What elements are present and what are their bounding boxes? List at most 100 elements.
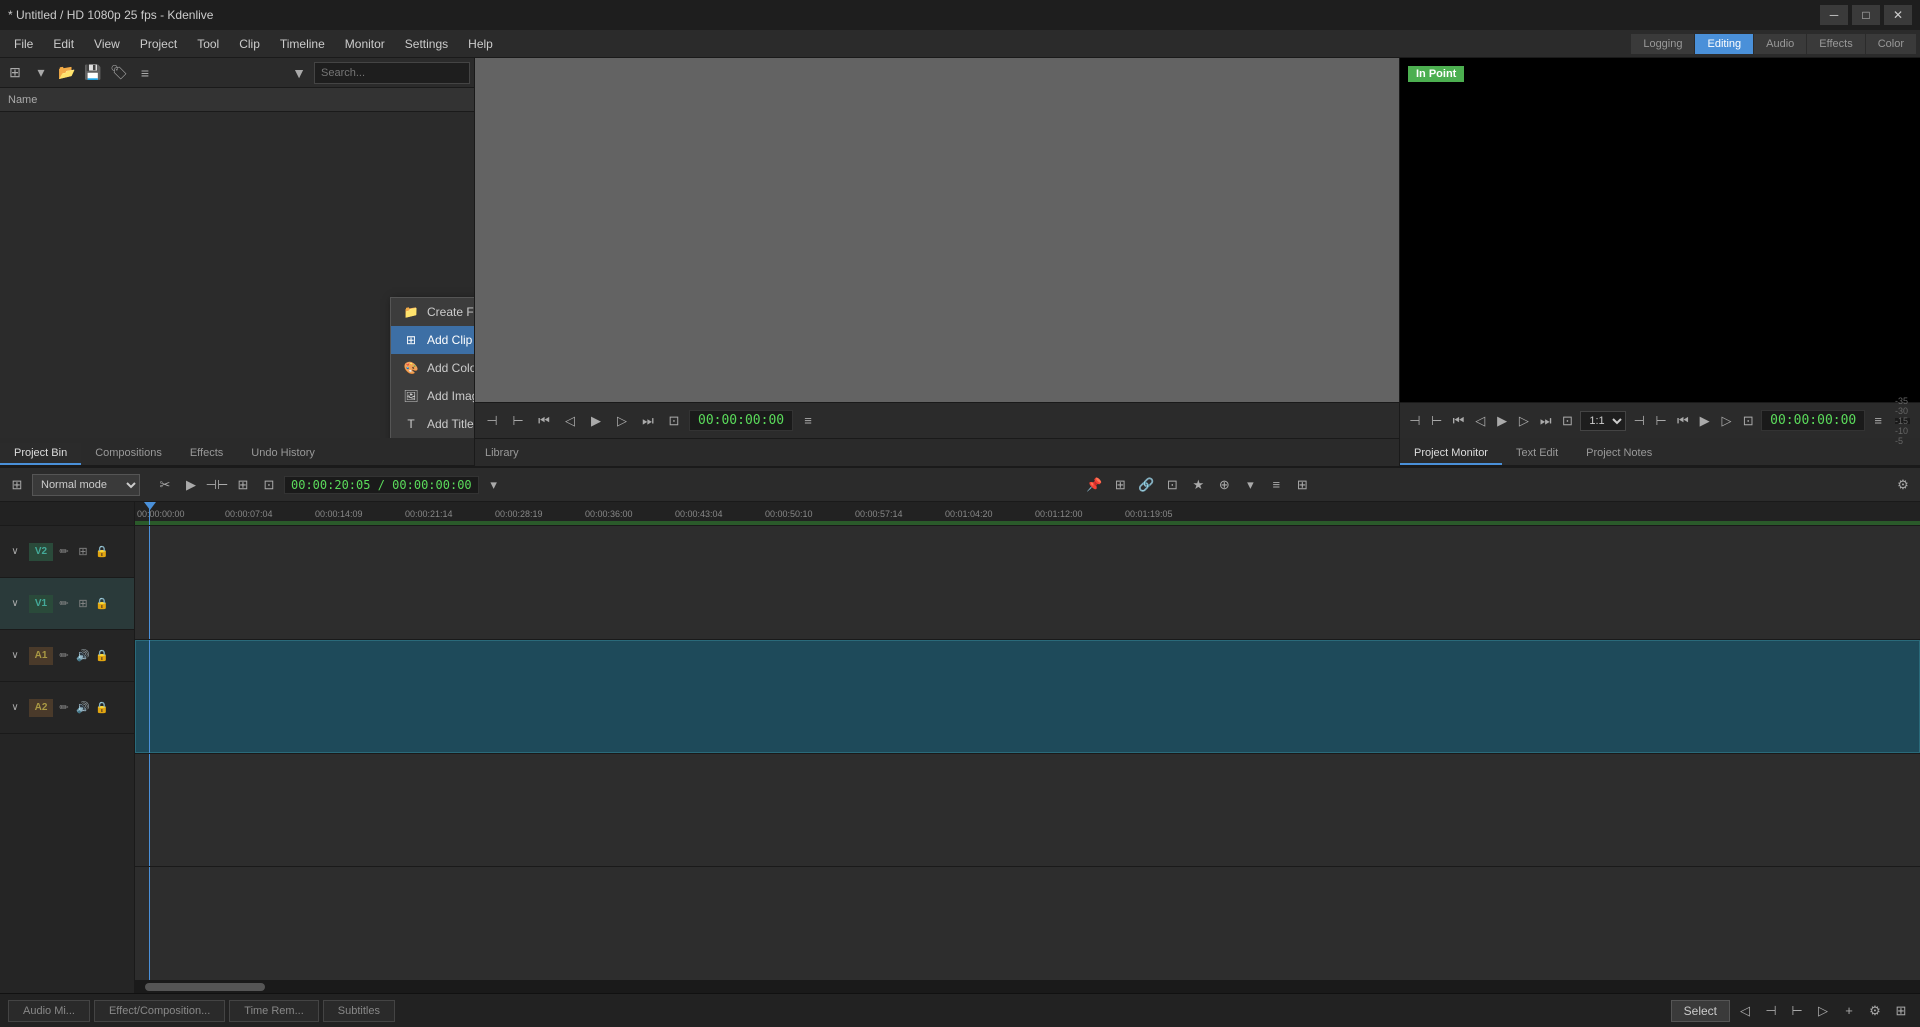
tl-grid-btn[interactable]: ⊞ — [1291, 474, 1313, 496]
pm-set-in-btn[interactable]: ⊣ — [1406, 410, 1424, 432]
pm-fastforward-btn[interactable]: ⏭ — [1537, 410, 1555, 432]
track-a2-lock-btn[interactable]: ✏ — [56, 700, 72, 716]
clip-rewind-btn[interactable]: ⏮ — [533, 410, 555, 432]
ws-tab-audio[interactable]: Audio — [1754, 34, 1806, 54]
bin-view-icon[interactable]: ⊞ — [4, 62, 26, 84]
ws-tab-color[interactable]: Color — [1866, 34, 1916, 54]
pm-set-in2-btn[interactable]: ⊣ — [1630, 410, 1648, 432]
pm-play-btn[interactable]: ▶ — [1493, 410, 1511, 432]
bp-tab-subtitles[interactable]: Subtitles — [323, 1000, 395, 1022]
pm-tab-project-monitor[interactable]: Project Monitor — [1400, 443, 1502, 465]
ctx-add-color-clip[interactable]: 🎨 Add Color Clip — [391, 354, 474, 382]
menu-clip[interactable]: Clip — [229, 33, 270, 55]
bp-tab-effect-composition[interactable]: Effect/Composition... — [94, 1000, 225, 1022]
track-v1-expand[interactable]: ∨ — [4, 593, 26, 615]
track-a2-expand[interactable]: ∨ — [4, 697, 26, 719]
tl-bottom-frame-right-btn[interactable]: ⊢ — [1786, 1000, 1808, 1022]
pm-rewind2-btn[interactable]: ⏮ — [1674, 410, 1692, 432]
tl-star-btn[interactable]: ★ — [1187, 474, 1209, 496]
tl-spacer-btn[interactable]: ⊡ — [1161, 474, 1183, 496]
track-v2-expand[interactable]: ∨ — [4, 541, 26, 563]
track-a2-vol-btn[interactable]: 🔊 — [75, 700, 91, 716]
tl-razor-btn[interactable]: ✂ — [154, 474, 176, 496]
track-v1-lock-btn[interactable]: ✏ — [56, 596, 72, 612]
pm-insert-btn[interactable]: ⊡ — [1739, 410, 1757, 432]
clip-settings-btn[interactable]: ≡ — [797, 410, 819, 432]
tl-equalizer-btn[interactable]: ≡ — [1265, 474, 1287, 496]
tl-mode-select[interactable]: Normal mode Insert mode Overwrite mode — [32, 474, 140, 496]
clip-play-btn[interactable]: ▶ — [585, 410, 607, 432]
tl-timecode-dropdown[interactable]: ▾ — [483, 474, 505, 496]
tl-fit-btn[interactable]: ⊞ — [232, 474, 254, 496]
minimize-button[interactable]: ─ — [1820, 5, 1848, 25]
menu-tool[interactable]: Tool — [187, 33, 229, 55]
tl-record-btn[interactable]: ⊕ — [1213, 474, 1235, 496]
menu-edit[interactable]: Edit — [43, 33, 84, 55]
track-v1-composite-btn[interactable]: ⊞ — [75, 596, 91, 612]
pm-forward2-btn[interactable]: ▷ — [1718, 410, 1736, 432]
menu-help[interactable]: Help — [458, 33, 503, 55]
ctx-add-image-seq[interactable]: 🖼 Add Image Sequence — [391, 382, 474, 410]
track-v2-lock-btn[interactable]: ✏ — [56, 544, 72, 560]
ctx-add-clip-folder[interactable]: ⊞ Add Clip or Folder — [391, 326, 474, 354]
track-a1-expand[interactable]: ∨ — [4, 645, 26, 667]
tl-extract-btn[interactable]: ⊡ — [258, 474, 280, 496]
library-tab[interactable]: Library — [475, 438, 1399, 466]
track-v2-mute-btn[interactable]: 🔒 — [94, 544, 110, 560]
bin-open-icon[interactable]: 📂 — [56, 62, 78, 84]
timeline-hscroll-thumb[interactable] — [145, 983, 265, 991]
tab-undo-history[interactable]: Undo History — [237, 443, 329, 465]
track-lane-v2[interactable] — [135, 526, 1920, 640]
track-a1-vol-btn[interactable]: 🔊 — [75, 648, 91, 664]
menu-view[interactable]: View — [84, 33, 130, 55]
menu-file[interactable]: File — [4, 33, 43, 55]
pm-play2-btn[interactable]: ▶ — [1696, 410, 1714, 432]
tab-compositions[interactable]: Compositions — [81, 443, 176, 465]
pm-loop-btn[interactable]: ⊡ — [1559, 410, 1577, 432]
bp-tab-time-remap[interactable]: Time Rem... — [229, 1000, 319, 1022]
track-lane-a2[interactable] — [135, 867, 1920, 981]
tl-link-btn[interactable]: 🔗 — [1135, 474, 1157, 496]
tl-group-btn[interactable]: ⊞ — [1109, 474, 1131, 496]
track-a1-mute-btn[interactable]: 🔒 — [94, 648, 110, 664]
bin-tag-icon[interactable]: 🏷 — [108, 62, 130, 84]
tl-bottom-plus-btn[interactable]: + — [1838, 1000, 1860, 1022]
menu-timeline[interactable]: Timeline — [270, 33, 335, 55]
pm-back-btn[interactable]: ◁ — [1471, 410, 1489, 432]
clip-fastforward-btn[interactable]: ⏭ — [637, 410, 659, 432]
bin-save-icon[interactable]: 💾 — [82, 62, 104, 84]
v1-clip[interactable] — [135, 640, 1920, 753]
ctx-add-title-clip[interactable]: T Add Title Clip — [391, 410, 474, 438]
bp-tab-audio-mixer[interactable]: Audio Mi... — [8, 1000, 90, 1022]
tab-project-bin[interactable]: Project Bin — [0, 443, 81, 465]
ws-tab-effects[interactable]: Effects — [1807, 34, 1864, 54]
bin-view2-icon[interactable]: ▾ — [30, 62, 52, 84]
clip-back-btn[interactable]: ◁ — [559, 410, 581, 432]
track-v1-mute-btn[interactable]: 🔒 — [94, 596, 110, 612]
pm-tab-project-notes[interactable]: Project Notes — [1572, 443, 1666, 465]
bin-area[interactable]: 📁 Create Folder ⊞ Add Clip or Folder 🎨 A… — [0, 112, 474, 438]
ws-tab-logging[interactable]: Logging — [1631, 34, 1694, 54]
track-a1-lock-btn[interactable]: ✏ — [56, 648, 72, 664]
pm-settings-btn[interactable]: ≡ — [1869, 410, 1887, 432]
clip-set-out-btn[interactable]: ⊢ — [507, 410, 529, 432]
track-lane-a1[interactable] — [135, 754, 1920, 868]
tl-split-btn[interactable]: ⊞ — [6, 474, 28, 496]
tl-bottom-frame-left-btn[interactable]: ⊣ — [1760, 1000, 1782, 1022]
tab-effects[interactable]: Effects — [176, 443, 237, 465]
menu-project[interactable]: Project — [130, 33, 187, 55]
ctx-create-folder[interactable]: 📁 Create Folder — [391, 298, 474, 326]
tl-split2-btn[interactable]: ⊣⊢ — [206, 474, 228, 496]
tl-record-dropdown[interactable]: ▾ — [1239, 474, 1261, 496]
pm-forward-btn[interactable]: ▷ — [1515, 410, 1533, 432]
pm-tab-text-edit[interactable]: Text Edit — [1502, 443, 1572, 465]
tl-bottom-right-btn[interactable]: ▷ — [1812, 1000, 1834, 1022]
tl-settings-btn[interactable]: ⚙ — [1892, 474, 1914, 496]
ws-tab-editing[interactable]: Editing — [1695, 34, 1753, 54]
clip-forward-btn[interactable]: ▷ — [611, 410, 633, 432]
tl-bottom-fit-btn[interactable]: ⊞ — [1890, 1000, 1912, 1022]
bin-filter-icon[interactable]: ▼ — [288, 62, 310, 84]
search-input[interactable] — [314, 62, 470, 84]
pm-set-out2-btn[interactable]: ⊢ — [1652, 410, 1670, 432]
track-lane-v1[interactable] — [135, 640, 1920, 754]
